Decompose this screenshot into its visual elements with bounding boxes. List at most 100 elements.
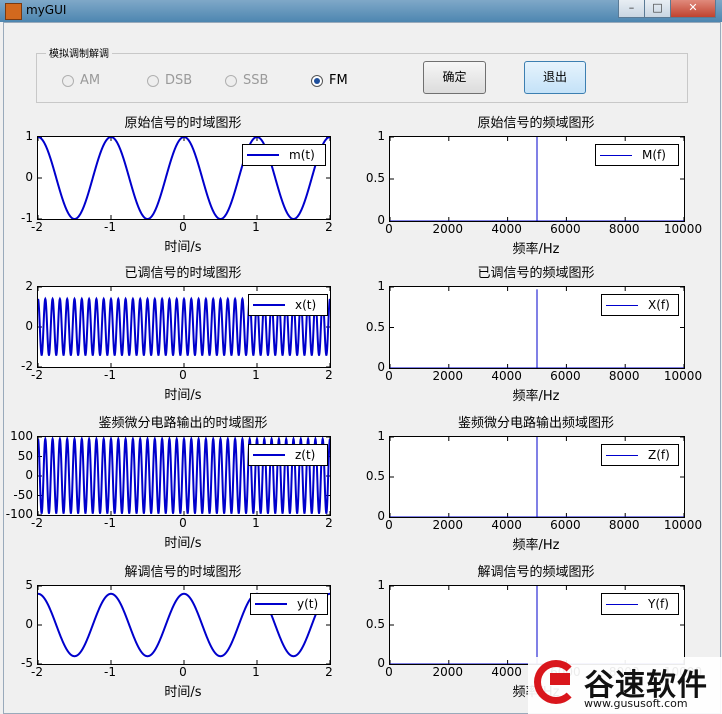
radio-label: SSB: [243, 73, 269, 88]
y-tick-label: -50: [13, 487, 33, 502]
plot-title: 鉴频微分电路输出频域图形: [457, 416, 615, 431]
y-tick-label: 1: [377, 429, 385, 443]
x-tick-label: 6000: [550, 369, 581, 383]
watermark-url: www.gususoft.com: [584, 697, 688, 710]
legend-label: M(f): [642, 148, 666, 162]
plot-legend[interactable]: X(f): [601, 294, 679, 316]
exit-button[interactable]: 退出: [524, 61, 586, 94]
x-tick-label: 0: [385, 369, 393, 383]
plot-legend[interactable]: m(t): [242, 144, 326, 166]
radio-dot-icon: [311, 74, 323, 87]
y-tick-label: 2: [25, 279, 33, 293]
x-tick-label: 0: [385, 518, 393, 532]
plot-legend[interactable]: Z(f): [601, 444, 679, 466]
radio-dsb[interactable]: DSB: [147, 73, 192, 88]
x-tick-label: 8000: [608, 518, 640, 532]
x-axis-label: 时间/s: [164, 388, 202, 403]
radio-am[interactable]: AM: [62, 73, 100, 88]
plot-legend[interactable]: M(f): [595, 144, 679, 166]
x-tick-label: 10000: [663, 222, 703, 236]
maximize-button[interactable]: □: [644, 0, 671, 18]
y-tick-label: 1: [25, 129, 33, 143]
radio-label: DSB: [165, 73, 193, 88]
modulation-panel: [36, 53, 688, 103]
x-tick-label: 0: [385, 665, 393, 679]
y-tick-label: 0: [25, 170, 33, 184]
legend-label: Y(f): [648, 597, 669, 611]
plot-title: 原始信号的频域图形: [477, 116, 595, 131]
x-tick-label: 2: [325, 368, 333, 382]
x-axis-label: 时间/s: [164, 536, 202, 551]
plot-title: 原始信号的时域图形: [124, 116, 242, 131]
y-tick-label: 0: [377, 656, 385, 670]
plot-legend[interactable]: z(t): [248, 444, 328, 466]
plot-legend[interactable]: x(t): [248, 294, 328, 316]
x-tick-label: 10000: [663, 518, 703, 532]
legend-label: y(t): [297, 597, 319, 611]
x-tick-label: 6000: [550, 518, 581, 532]
confirm-button[interactable]: 确定: [423, 61, 486, 94]
legend-line-swatch: [247, 154, 279, 156]
x-tick-label: 4000: [491, 369, 522, 383]
x-tick-label: 0: [385, 222, 393, 236]
y-tick-label: 1: [377, 279, 385, 293]
x-tick-label: 1: [252, 516, 260, 530]
y-tick-label: 0.5: [365, 171, 385, 185]
x-tick-label: -1: [104, 220, 116, 234]
close-button[interactable]: ✕: [670, 0, 716, 18]
radio-fm[interactable]: FM: [311, 73, 348, 88]
radio-dot-icon: [147, 74, 159, 87]
modulation-panel-title: 模拟调制解调: [46, 45, 112, 60]
brand-logo-bar: [550, 673, 570, 685]
legend-line-swatch: [253, 304, 285, 306]
x-tick-label: -1: [104, 516, 116, 530]
x-tick-label: 0: [179, 516, 187, 530]
legend-line-swatch: [606, 454, 638, 456]
x-tick-label: 10000: [663, 369, 703, 383]
legend-line-swatch: [600, 154, 632, 156]
legend-label: m(t): [289, 148, 315, 162]
y-tick-label: 100: [10, 429, 33, 443]
x-tick-label: 2000: [432, 518, 464, 532]
x-tick-label: 2000: [432, 222, 464, 236]
legend-label: z(t): [295, 448, 316, 462]
plot-legend[interactable]: Y(f): [601, 593, 679, 615]
x-tick-label: 1: [252, 368, 260, 382]
plot-title: 鉴频微分电路输出的时域图形: [98, 416, 268, 431]
legend-line-swatch: [606, 603, 638, 605]
radio-label: FM: [329, 73, 348, 88]
radio-ssb[interactable]: SSB: [225, 73, 268, 88]
x-axis-label: 时间/s: [164, 685, 202, 700]
x-tick-label: 4000: [491, 518, 522, 532]
y-tick-label: 0.5: [365, 319, 385, 334]
y-tick-label: 0: [25, 319, 33, 333]
x-tick-label: 0: [179, 220, 187, 234]
y-tick-label: 50: [17, 448, 33, 463]
window-title: myGUI: [26, 3, 67, 17]
watermark-logo: 谷速软件 www.gususoft.com: [528, 657, 722, 714]
plot-title: 解调信号的时域图形: [124, 565, 242, 580]
x-tick-label: 6000: [550, 222, 581, 236]
legend-label: Z(f): [648, 448, 670, 462]
x-tick-label: 1: [252, 220, 260, 234]
plot-title: 已调信号的时域图形: [124, 266, 242, 281]
x-tick-label: 2: [325, 516, 333, 530]
minimize-button[interactable]: –: [618, 0, 645, 18]
plot-title: 解调信号的频域图形: [477, 565, 595, 580]
x-tick-label: 1: [252, 665, 260, 679]
y-tick-label: 0: [377, 509, 385, 523]
title-bar[interactable]: myGUI – □ ✕: [0, 0, 722, 22]
legend-line-swatch: [253, 454, 285, 456]
y-tick-label: -1: [21, 211, 33, 225]
y-tick-label: 1: [377, 578, 385, 592]
plot-legend[interactable]: y(t): [250, 593, 328, 615]
x-tick-label: 4000: [491, 665, 522, 679]
matlab-icon: [5, 3, 22, 20]
x-tick-label: 4000: [491, 222, 522, 236]
x-tick-label: -1: [104, 665, 116, 679]
radio-dot-icon: [62, 74, 74, 87]
x-tick-label: 2: [325, 220, 333, 234]
x-axis-label: 频率/Hz: [512, 389, 560, 404]
legend-line-swatch: [255, 603, 287, 605]
x-tick-label: 8000: [608, 222, 640, 236]
